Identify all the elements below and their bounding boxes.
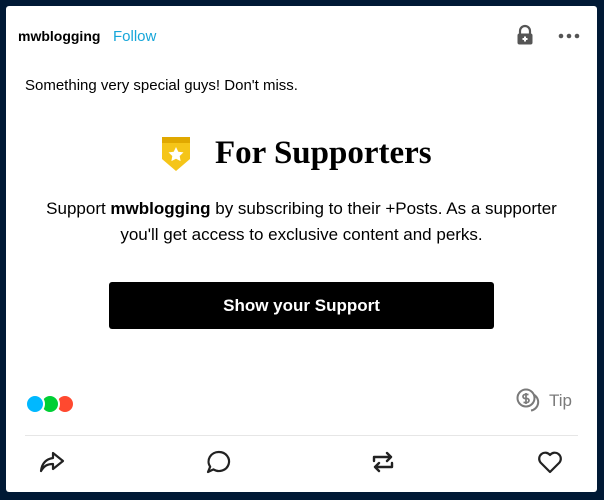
reblog-icon[interactable] — [369, 448, 397, 476]
post-caption: Something very special guys! Don't miss. — [25, 77, 298, 94]
footer-divider — [25, 435, 578, 436]
blog-name-link[interactable]: mwblogging — [18, 28, 100, 44]
support-description: Support mwblogging by subscribing to the… — [6, 196, 597, 248]
share-icon[interactable] — [38, 448, 66, 476]
lock-icon — [517, 24, 533, 45]
notes-indicator[interactable] — [25, 394, 95, 416]
support-text-line1: by subscribing to their +Posts. As a sup… — [210, 199, 557, 218]
show-support-button[interactable]: Show your Support — [109, 282, 494, 329]
tip-label: Tip — [549, 391, 572, 410]
post-header: mwblogging Follow — [18, 20, 585, 54]
supporters-title: For Supporters — [215, 135, 432, 171]
support-text-line2: you'll get access to exclusive content a… — [120, 225, 483, 244]
supporters-heading: For Supporters — [160, 133, 460, 179]
support-blog-name: mwblogging — [110, 199, 211, 218]
like-icon[interactable] — [536, 448, 564, 476]
tip-button[interactable]: Tip — [516, 387, 572, 415]
support-text-prefix: Support — [46, 199, 111, 218]
follow-button[interactable]: Follow — [113, 28, 156, 45]
tip-coin-icon — [516, 388, 540, 412]
post-card: mwblogging Follow Something very special… — [6, 6, 597, 492]
more-options-icon[interactable] — [556, 26, 582, 46]
note-reply-icon — [25, 394, 45, 414]
reply-icon[interactable] — [205, 448, 233, 476]
supporter-badge-icon — [162, 137, 190, 171]
